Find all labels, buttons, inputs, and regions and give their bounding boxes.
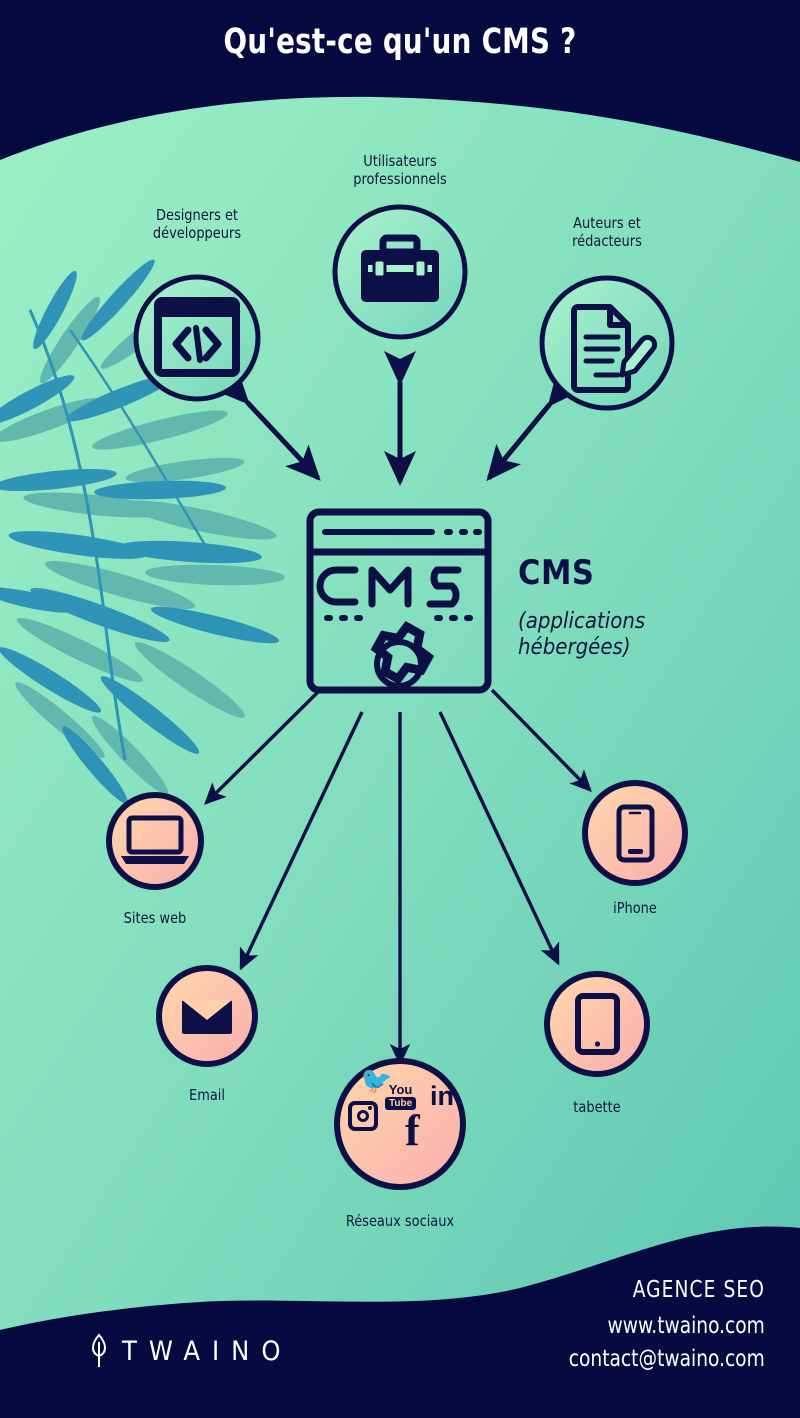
leaf-icon	[92, 1333, 106, 1367]
footer-agency: AGENCE SEO	[632, 1277, 765, 1303]
output-circle-websites	[106, 792, 204, 890]
label-designers: Designers et développeurs	[152, 206, 242, 243]
label-authors: Auteurs et rédacteurs	[572, 214, 642, 251]
social-icon-cluster: 🐦 You Tube in f	[337, 1061, 463, 1187]
infographic-canvas: 🐦 You Tube in f Qu'est-ce qu'un CMS ? De…	[0, 0, 800, 1418]
input-circle-designers	[133, 274, 261, 402]
facebook-icon: f	[405, 1106, 420, 1155]
page-title: Qu'est-ce qu'un CMS ?	[223, 22, 577, 62]
label-social: Réseaux sociaux	[345, 1212, 455, 1230]
output-circle-email	[156, 965, 258, 1067]
label-iphone: iPhone	[613, 899, 657, 917]
output-circle-tablet	[544, 971, 650, 1077]
cms-title: CMS	[518, 553, 595, 593]
footer-website[interactable]: www.twaino.com	[608, 1313, 765, 1339]
input-circle-pro-users	[332, 204, 468, 340]
label-tablet: tabette	[573, 1098, 621, 1116]
label-websites: Sites web	[123, 909, 187, 927]
cms-subtitle: (applications hébergées)	[518, 609, 646, 660]
twaino-logo[interactable]: TWAINO	[88, 1332, 292, 1370]
label-pro-users: Utilisateurs professionnels	[353, 152, 447, 189]
output-circle-iphone	[582, 780, 688, 886]
label-email: Email	[188, 1086, 225, 1104]
envelope-icon	[182, 1000, 232, 1034]
footer-email[interactable]: contact@twaino.com	[569, 1346, 765, 1372]
input-circle-authors	[539, 275, 675, 411]
twaino-logo-text: TWAINO	[122, 1335, 293, 1367]
linkedin-icon: in	[430, 1081, 454, 1111]
instagram-icon	[348, 1101, 378, 1131]
